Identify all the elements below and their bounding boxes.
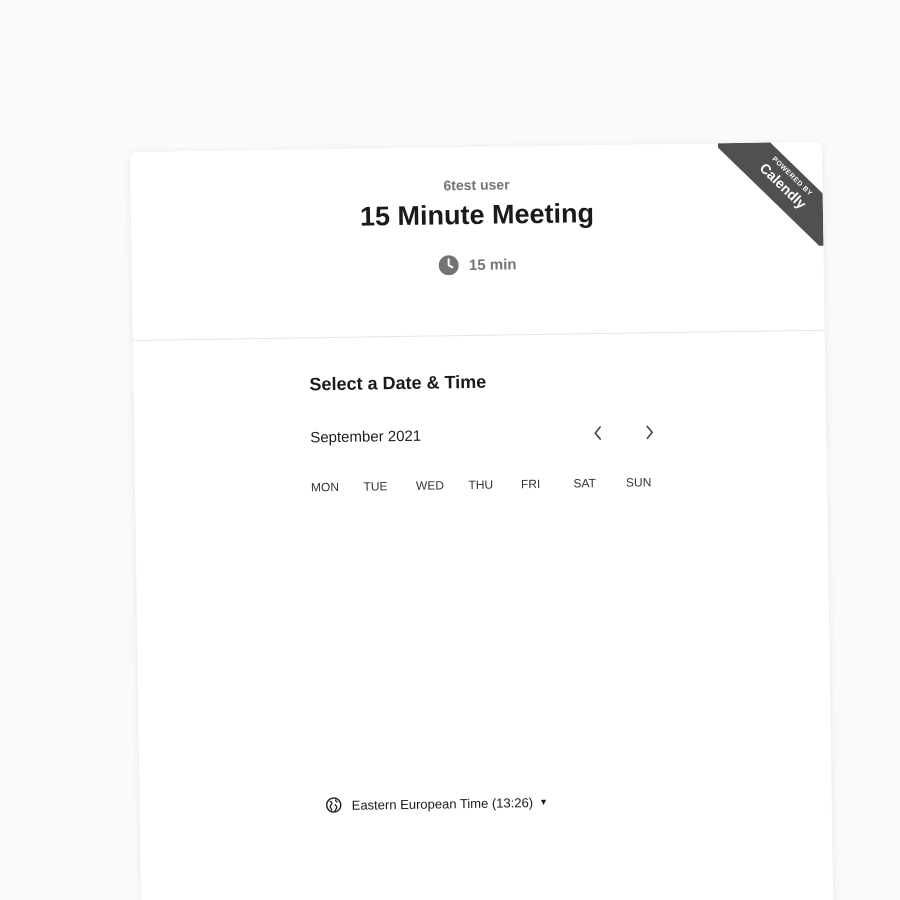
next-month-button[interactable] xyxy=(639,422,659,442)
timezone-label: Eastern European Time (13:26) xyxy=(351,794,534,813)
weekday-wed: WED xyxy=(415,478,445,493)
weekday-mon: MON xyxy=(310,479,340,495)
clock-icon xyxy=(438,255,459,276)
weekday-tue: TUE xyxy=(363,479,388,494)
caret-down-icon: ▼ xyxy=(539,796,549,808)
chevron-right-icon xyxy=(646,425,654,440)
weekday-fri: FRI xyxy=(520,476,541,492)
weekday-sun: SUN xyxy=(625,475,652,490)
month-label: September 2021 xyxy=(310,427,422,447)
section-title: Select a Date & Time xyxy=(309,371,487,395)
page-background: 6test user 15 Minute Meeting 15 min POWE… xyxy=(0,0,900,900)
timezone-selector[interactable]: Eastern European Time (13:26) ▼ xyxy=(326,794,549,813)
globe-icon xyxy=(326,797,342,813)
chevron-left-icon xyxy=(594,426,602,440)
powered-by-badge[interactable]: POWERED BY Calendly xyxy=(717,141,824,248)
weekday-sat: SAT xyxy=(573,476,597,491)
previous-month-button[interactable] xyxy=(588,423,608,443)
duration-label: 15 min xyxy=(468,255,517,274)
booking-card: 6test user 15 Minute Meeting 15 min POWE… xyxy=(130,141,834,900)
powered-by-ribbon[interactable]: POWERED BY Calendly xyxy=(717,141,824,248)
weekday-thu: THU xyxy=(468,477,494,493)
event-duration: 15 min xyxy=(132,250,824,280)
weekday-header: MON TUE WED THU FRI SAT SUN xyxy=(311,475,679,494)
